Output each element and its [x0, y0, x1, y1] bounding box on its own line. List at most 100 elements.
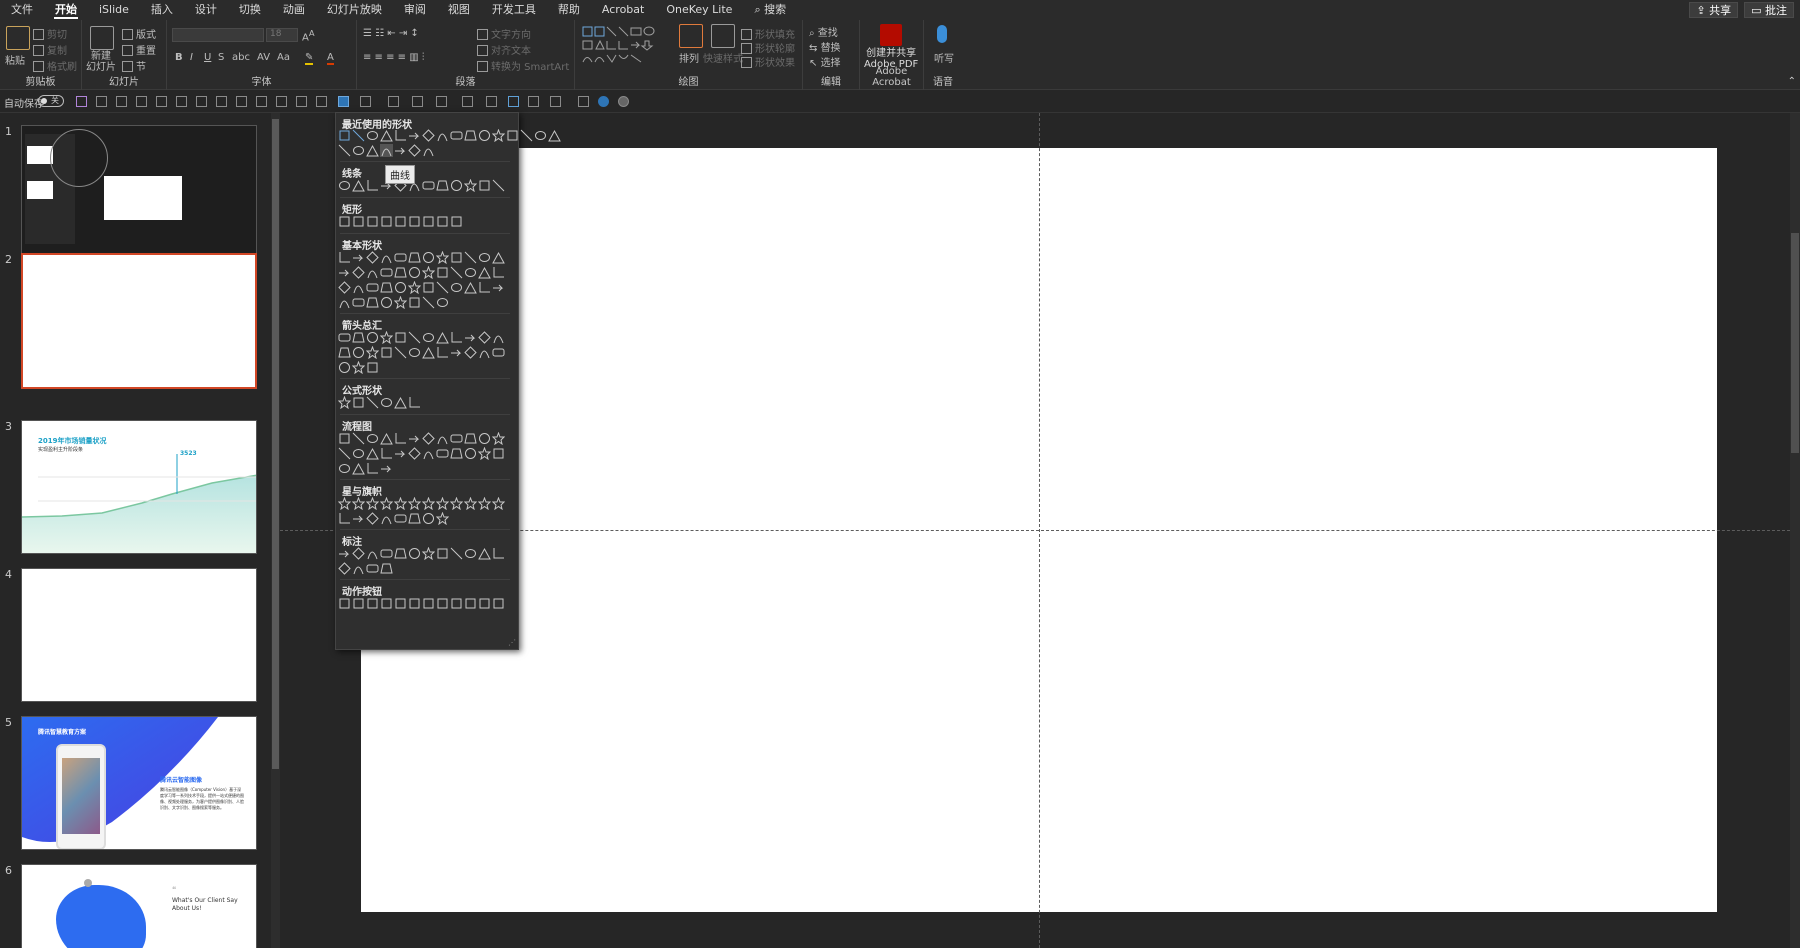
- shape-option[interactable]: [366, 497, 379, 510]
- shape-option[interactable]: [450, 447, 463, 460]
- shape-option[interactable]: [338, 281, 351, 294]
- shape-option[interactable]: [380, 144, 393, 157]
- shape-option[interactable]: [366, 361, 379, 374]
- shape-option[interactable]: [408, 497, 421, 510]
- shape-option[interactable]: [366, 396, 379, 409]
- shape-option[interactable]: [436, 432, 449, 445]
- tab-insert[interactable]: 插入: [140, 0, 184, 20]
- tab-view[interactable]: 视图: [437, 0, 481, 20]
- shape-option[interactable]: [492, 346, 505, 359]
- shape-option[interactable]: [394, 331, 407, 344]
- shape-option[interactable]: [478, 266, 491, 279]
- shape-option[interactable]: [366, 331, 379, 344]
- shape-option[interactable]: [408, 597, 421, 610]
- quick-styles-icon[interactable]: [711, 24, 735, 48]
- shape-option[interactable]: [408, 281, 421, 294]
- shape-option[interactable]: [338, 251, 351, 264]
- shape-option[interactable]: [338, 432, 351, 445]
- qat-tool-18-icon[interactable]: [486, 96, 497, 107]
- shape-option[interactable]: [352, 432, 365, 445]
- shape-option[interactable]: [436, 547, 449, 560]
- shape-option[interactable]: [366, 547, 379, 560]
- new-slide-icon[interactable]: [90, 26, 114, 50]
- shape-option[interactable]: [422, 129, 435, 142]
- qat-tool-11-icon[interactable]: [296, 96, 307, 107]
- shape-option[interactable]: [478, 547, 491, 560]
- shape-option[interactable]: [450, 547, 463, 560]
- shape-option[interactable]: [394, 215, 407, 228]
- shape-option[interactable]: [394, 144, 407, 157]
- shape-option[interactable]: [408, 447, 421, 460]
- shape-option[interactable]: [366, 129, 379, 142]
- shape-option[interactable]: [380, 597, 393, 610]
- shape-option[interactable]: [352, 251, 365, 264]
- qat-tool-12-icon[interactable]: [316, 96, 327, 107]
- shape-option[interactable]: [422, 215, 435, 228]
- format-painter-button[interactable]: 格式刷: [33, 58, 77, 73]
- microphone-icon[interactable]: [937, 25, 947, 43]
- shape-option[interactable]: [352, 597, 365, 610]
- shape-option[interactable]: [408, 266, 421, 279]
- shape-option[interactable]: [478, 251, 491, 264]
- underline-button[interactable]: U: [204, 52, 211, 63]
- shape-option[interactable]: [408, 144, 421, 157]
- shape-option[interactable]: [338, 447, 351, 460]
- shape-option[interactable]: [338, 462, 351, 475]
- shape-option[interactable]: [408, 129, 421, 142]
- qat-gray-dot-icon[interactable]: [618, 96, 629, 107]
- resize-grip-icon[interactable]: ⋰: [508, 638, 516, 647]
- canvas-scrollbar[interactable]: [1790, 113, 1800, 948]
- shape-option[interactable]: [492, 597, 505, 610]
- shape-option[interactable]: [352, 346, 365, 359]
- shape-option[interactable]: [422, 251, 435, 264]
- shape-outline-button[interactable]: 形状轮廓: [741, 40, 795, 55]
- qat-tool-14-icon[interactable]: [388, 96, 399, 107]
- shape-option[interactable]: [380, 266, 393, 279]
- shape-option[interactable]: [394, 296, 407, 309]
- tab-home[interactable]: 开始: [44, 0, 88, 20]
- arrange-icon[interactable]: [679, 24, 703, 48]
- shape-option[interactable]: [394, 396, 407, 409]
- shape-option[interactable]: [450, 432, 463, 445]
- shape-option[interactable]: [464, 432, 477, 445]
- shape-option[interactable]: [436, 296, 449, 309]
- shape-option[interactable]: [380, 215, 393, 228]
- shape-option[interactable]: [380, 432, 393, 445]
- shape-option[interactable]: [422, 447, 435, 460]
- tab-transitions[interactable]: 切换: [228, 0, 272, 20]
- shape-option[interactable]: [352, 144, 365, 157]
- shape-option[interactable]: [366, 266, 379, 279]
- layout-button[interactable]: 版式: [122, 26, 156, 41]
- qat-tool-21-icon[interactable]: [550, 96, 561, 107]
- shape-option[interactable]: [338, 562, 351, 575]
- shape-option[interactable]: [338, 361, 351, 374]
- shape-option[interactable]: [422, 432, 435, 445]
- shape-option[interactable]: [352, 497, 365, 510]
- shape-option[interactable]: [352, 281, 365, 294]
- shape-option[interactable]: [394, 251, 407, 264]
- shape-option[interactable]: [464, 281, 477, 294]
- paste-icon[interactable]: [6, 26, 30, 50]
- shape-option[interactable]: [422, 497, 435, 510]
- shape-option[interactable]: [408, 296, 421, 309]
- qat-tool-8-icon[interactable]: [236, 96, 247, 107]
- shape-option[interactable]: [352, 331, 365, 344]
- shape-option[interactable]: [478, 179, 491, 192]
- shape-option[interactable]: [450, 266, 463, 279]
- qat-color-dot-icon[interactable]: [598, 96, 609, 107]
- shape-option[interactable]: [366, 512, 379, 525]
- shape-option[interactable]: [380, 251, 393, 264]
- shape-option[interactable]: [408, 512, 421, 525]
- font-name-combobox[interactable]: [172, 28, 264, 42]
- shape-option[interactable]: [338, 331, 351, 344]
- shape-option[interactable]: [436, 281, 449, 294]
- shape-option[interactable]: [380, 129, 393, 142]
- shape-option[interactable]: [394, 547, 407, 560]
- tab-file[interactable]: 文件: [0, 0, 44, 20]
- qat-tool-6-icon[interactable]: [196, 96, 207, 107]
- shape-option[interactable]: [422, 512, 435, 525]
- shape-option[interactable]: [380, 281, 393, 294]
- shape-option[interactable]: [338, 129, 351, 142]
- shape-option[interactable]: [338, 296, 351, 309]
- shape-option[interactable]: [422, 547, 435, 560]
